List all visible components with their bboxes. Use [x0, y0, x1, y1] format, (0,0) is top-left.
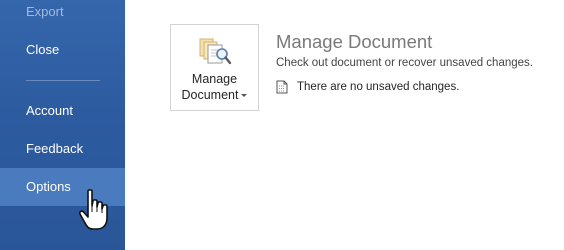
sidebar-item-feedback[interactable]: Feedback: [0, 130, 125, 168]
manage-document-button[interactable]: Manage Document: [170, 24, 259, 111]
sidebar-item-export[interactable]: Export: [0, 0, 125, 31]
sidebar-divider: [26, 80, 100, 81]
hand-pointer-icon: [78, 189, 108, 230]
backstage-view: Export Close Account Feedback Options Ma…: [0, 0, 564, 250]
info-panel: Manage Document Manage Document Check ou…: [125, 0, 564, 250]
manage-button-label: Manage: [191, 72, 238, 86]
manage-document-icon: [199, 38, 232, 65]
manage-button-label-2: Document: [171, 88, 258, 102]
unsaved-status: There are no unsaved changes.: [276, 79, 459, 95]
section-title: Manage Document: [276, 31, 433, 52]
dropdown-caret-icon: [241, 94, 248, 97]
sidebar-item-close[interactable]: Close: [0, 31, 125, 69]
section-description: Check out document or recover unsaved ch…: [276, 57, 533, 69]
sidebar-item-account[interactable]: Account: [0, 92, 125, 130]
document-icon: [276, 80, 288, 94]
status-text: There are no unsaved changes.: [297, 81, 460, 93]
